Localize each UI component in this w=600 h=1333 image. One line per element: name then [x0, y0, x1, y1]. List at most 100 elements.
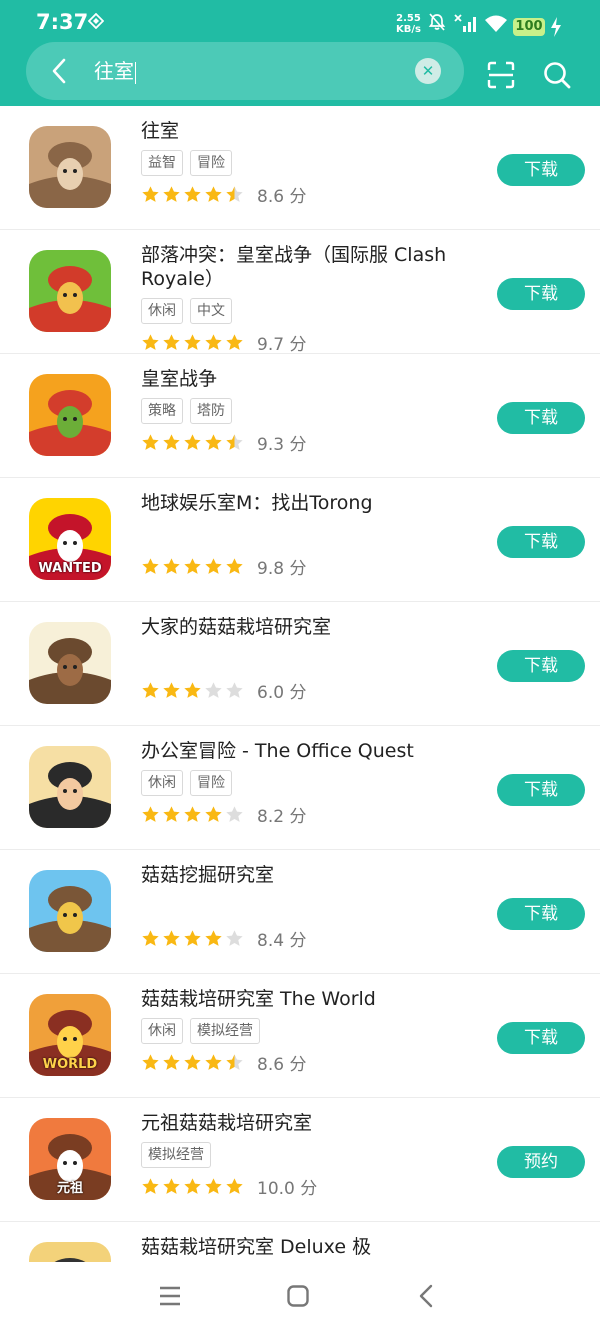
- app-icon[interactable]: WANTED: [29, 498, 111, 580]
- charging-icon: [551, 17, 561, 37]
- star-full-icon: [226, 333, 243, 350]
- app-tag: 塔防: [190, 398, 232, 424]
- back-triangle-icon[interactable]: [416, 1284, 436, 1308]
- download-button[interactable]: 下载: [497, 650, 585, 682]
- app-list-item[interactable]: WORLD 菇菇栽培研究室 The World 休闲 模拟经营 8.6 分 下载: [0, 974, 600, 1098]
- app-tags: 休闲 冒险: [141, 770, 461, 796]
- app-icon[interactable]: [29, 746, 111, 828]
- app-icon[interactable]: [29, 374, 111, 456]
- app-tags: 策略 塔防: [141, 398, 461, 424]
- app-list-item[interactable]: 往室 益智 冒险 8.6 分 下载: [0, 106, 600, 230]
- scan-icon[interactable]: [486, 60, 516, 90]
- rating-score: 8.6 分: [257, 186, 307, 207]
- app-name[interactable]: 菇菇栽培研究室 The World: [141, 987, 461, 1011]
- star-full-icon: [205, 185, 222, 202]
- app-icon[interactable]: [29, 870, 111, 952]
- app-list-item[interactable]: 大家的菇菇栽培研究室 6.0 分 下载: [0, 602, 600, 726]
- star-half-icon: [226, 185, 243, 202]
- star-full-icon: [142, 1177, 159, 1194]
- status-time: 7:37: [36, 10, 89, 34]
- app-icon[interactable]: WORLD: [29, 994, 111, 1076]
- star-full-icon: [184, 557, 201, 574]
- app-icon-logo-text: WANTED: [38, 561, 102, 576]
- star-full-icon: [205, 1177, 222, 1194]
- app-name[interactable]: 皇室战争: [141, 367, 461, 391]
- app-list-item[interactable]: WANTED 地球娱乐室M：找出Torong 9.8 分 下载: [0, 478, 600, 602]
- app-rating: 8.2 分: [141, 802, 461, 827]
- app-name[interactable]: 往室: [141, 119, 461, 143]
- network-speed: 2.55 KB/s: [396, 13, 421, 35]
- app-info: 菇菇栽培研究室 Deluxe 极: [141, 1235, 461, 1259]
- clear-search-button[interactable]: ✕: [415, 58, 441, 84]
- status-bar: 7:37 2.55 KB/s 100: [0, 0, 600, 40]
- rating-stars: [141, 805, 246, 824]
- app-list-item[interactable]: 菇菇挖掘研究室 8.4 分 下载: [0, 850, 600, 974]
- rating-stars: [141, 1177, 246, 1196]
- download-button[interactable]: 下载: [497, 154, 585, 186]
- download-button[interactable]: 下载: [497, 526, 585, 558]
- app-name[interactable]: 办公室冒险 - The Office Quest: [141, 739, 461, 763]
- star-full-icon: [184, 1177, 201, 1194]
- star-full-icon: [163, 433, 180, 450]
- app-rating: 8.6 分: [141, 1050, 461, 1075]
- app-name[interactable]: 大家的菇菇栽培研究室: [141, 615, 461, 639]
- rating-score: 10.0 分: [257, 1178, 318, 1199]
- app-list-item[interactable]: 元祖 元祖菇菇栽培研究室 模拟经营 10.0 分 预约: [0, 1098, 600, 1222]
- app-icon[interactable]: 元祖: [29, 1118, 111, 1200]
- app-icon[interactable]: [29, 250, 111, 332]
- top-header: 7:37 2.55 KB/s 100 往室 ✕: [0, 0, 600, 106]
- star-full-icon: [163, 681, 180, 698]
- app-name[interactable]: 元祖菇菇栽培研究室: [141, 1111, 461, 1135]
- app-info: 菇菇栽培研究室 The World 休闲 模拟经营 8.6 分: [141, 987, 461, 1075]
- search-icon[interactable]: [542, 60, 572, 90]
- app-icon-logo-text: 元祖: [56, 1181, 83, 1196]
- app-icon[interactable]: [29, 622, 111, 704]
- app-tags: [141, 646, 461, 672]
- app-name[interactable]: 菇菇栽培研究室 Deluxe 极: [141, 1235, 461, 1259]
- star-empty-icon: [205, 681, 222, 698]
- app-name[interactable]: 菇菇挖掘研究室: [141, 863, 461, 887]
- signal-icon: [454, 14, 476, 32]
- app-name[interactable]: 地球娱乐室M：找出Torong: [141, 491, 461, 515]
- download-button[interactable]: 下载: [497, 898, 585, 930]
- app-icon-logo-text: WORLD: [42, 1057, 98, 1072]
- home-icon[interactable]: [286, 1284, 310, 1308]
- app-tag: 模拟经营: [190, 1018, 260, 1044]
- app-icon[interactable]: [29, 126, 111, 208]
- star-full-icon: [205, 1053, 222, 1070]
- rating-score: 8.2 分: [257, 806, 307, 827]
- app-rating: 8.4 分: [141, 926, 461, 951]
- app-info: 地球娱乐室M：找出Torong 9.8 分: [141, 491, 461, 579]
- reserve-button[interactable]: 预约: [497, 1146, 585, 1178]
- star-full-icon: [205, 929, 222, 946]
- app-info: 大家的菇菇栽培研究室 6.0 分: [141, 615, 461, 703]
- app-rating: 10.0 分: [141, 1174, 461, 1199]
- star-full-icon: [142, 185, 159, 202]
- menu-icon[interactable]: [158, 1285, 182, 1307]
- star-full-icon: [226, 557, 243, 574]
- star-full-icon: [184, 681, 201, 698]
- rating-stars: [141, 929, 246, 948]
- download-button[interactable]: 下载: [497, 402, 585, 434]
- app-icon[interactable]: [29, 1242, 111, 1262]
- app-name[interactable]: 部落冲突：皇室战争（国际服 Clash Royale）: [141, 243, 461, 291]
- rating-stars: [141, 185, 246, 204]
- app-list-item[interactable]: 菇菇栽培研究室 Deluxe 极: [0, 1222, 600, 1262]
- back-arrow-icon[interactable]: [46, 56, 74, 86]
- app-list-item[interactable]: 部落冲突：皇室战争（国际服 Clash Royale） 休闲 中文 9.7 分 下载: [0, 230, 600, 354]
- app-rating: 6.0 分: [141, 678, 461, 703]
- app-tags: [141, 522, 461, 548]
- search-input[interactable]: 往室: [94, 57, 394, 85]
- download-button[interactable]: 下载: [497, 278, 585, 310]
- download-button[interactable]: 下载: [497, 774, 585, 806]
- app-info: 往室 益智 冒险 8.6 分: [141, 119, 461, 207]
- app-list-item[interactable]: 皇室战争 策略 塔防 9.3 分 下载: [0, 354, 600, 478]
- app-tags: [141, 894, 461, 920]
- star-full-icon: [142, 805, 159, 822]
- app-tag: 休闲: [141, 1018, 183, 1044]
- star-full-icon: [142, 557, 159, 574]
- app-list-item[interactable]: 办公室冒险 - The Office Quest 休闲 冒险 8.2 分 下载: [0, 726, 600, 850]
- download-button[interactable]: 下载: [497, 1022, 585, 1054]
- search-query-text: 往室: [94, 59, 134, 83]
- app-tag: 中文: [190, 298, 232, 324]
